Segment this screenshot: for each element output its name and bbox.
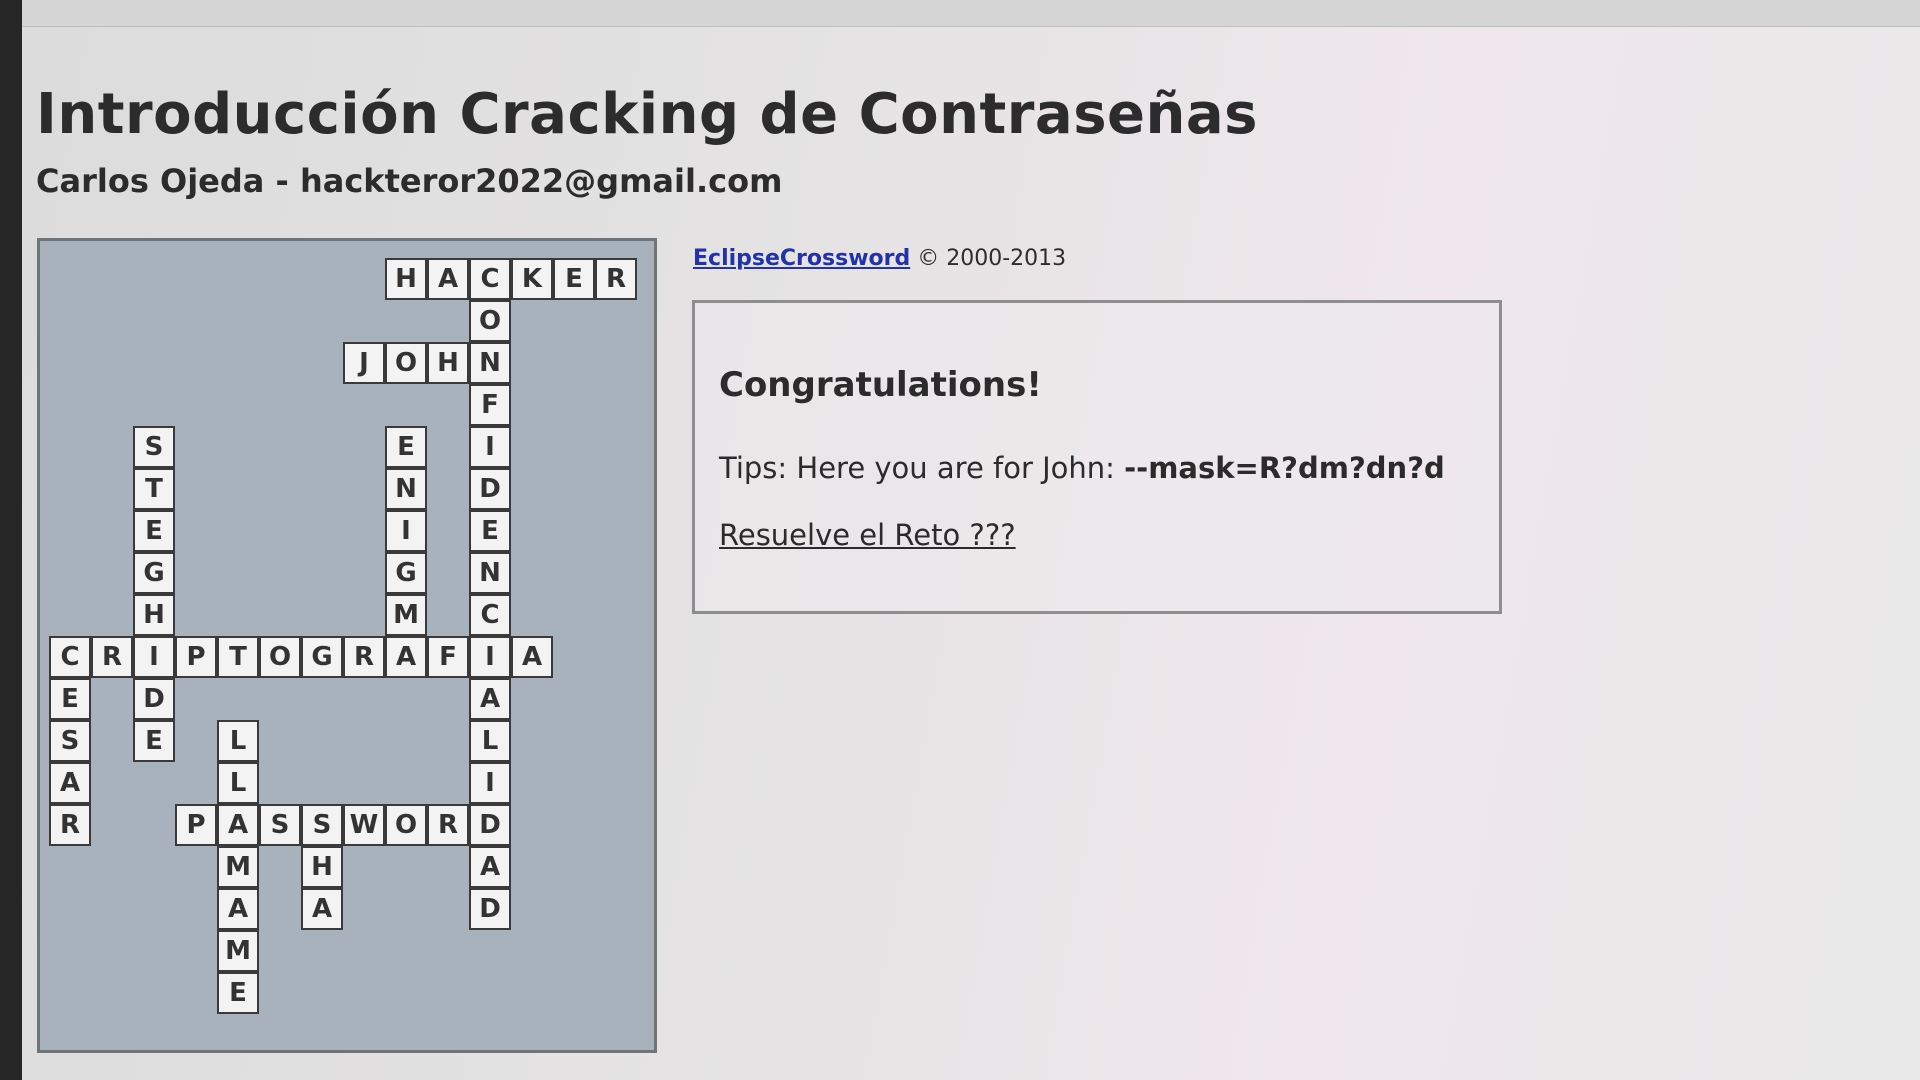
crossword-cell: A bbox=[217, 804, 259, 846]
crossword-cell: R bbox=[91, 636, 133, 678]
crossword-cell: A bbox=[511, 636, 553, 678]
crossword-cell: I bbox=[469, 762, 511, 804]
crossword-cell: D bbox=[133, 678, 175, 720]
crossword-cell: O bbox=[385, 804, 427, 846]
crossword-cell: A bbox=[217, 888, 259, 930]
crossword-cell: W bbox=[343, 804, 385, 846]
crossword-cell: N bbox=[385, 468, 427, 510]
crossword-cell: C bbox=[469, 594, 511, 636]
crossword-cell: N bbox=[469, 552, 511, 594]
author-line: Carlos Ojeda - hackteror2022@gmail.com bbox=[36, 162, 783, 200]
crossword-cell: G bbox=[385, 552, 427, 594]
crossword-cell: R bbox=[343, 636, 385, 678]
crossword-cell: T bbox=[217, 636, 259, 678]
crossword-cell: S bbox=[301, 804, 343, 846]
crossword-cell: I bbox=[133, 636, 175, 678]
crossword-cell: E bbox=[133, 510, 175, 552]
crossword-cell: A bbox=[301, 888, 343, 930]
crossword-cell: S bbox=[49, 720, 91, 762]
crossword-cell: D bbox=[469, 804, 511, 846]
crossword-cell: C bbox=[49, 636, 91, 678]
crossword-grid: HACKERJOHNCRIPTOGRAFIAPASSWORDOFIDENCALI… bbox=[37, 238, 657, 1053]
browser-top-strip bbox=[22, 0, 1920, 27]
crossword-cell: G bbox=[301, 636, 343, 678]
crossword-cell: P bbox=[175, 804, 217, 846]
crossword-cell: H bbox=[427, 342, 469, 384]
tips-mask: --mask=R?dm?dn?d bbox=[1124, 451, 1445, 485]
crossword-cell: L bbox=[217, 762, 259, 804]
screen-bezel bbox=[0, 0, 22, 1080]
crossword-cell: A bbox=[427, 258, 469, 300]
crossword-cell: K bbox=[511, 258, 553, 300]
crossword-cell: F bbox=[469, 384, 511, 426]
crossword-cell: F bbox=[427, 636, 469, 678]
crossword-cell: E bbox=[49, 678, 91, 720]
crossword-cell: H bbox=[301, 846, 343, 888]
crossword-cell: T bbox=[133, 468, 175, 510]
tips-prefix: Tips: Here you are for John: bbox=[719, 451, 1125, 485]
crossword-cell: D bbox=[469, 888, 511, 930]
crossword-cell: E bbox=[217, 972, 259, 1014]
crossword-cell: L bbox=[469, 720, 511, 762]
crossword-cell: O bbox=[259, 636, 301, 678]
crossword-cell: O bbox=[469, 300, 511, 342]
crossword-cell: S bbox=[133, 426, 175, 468]
crossword-cell: C bbox=[469, 258, 511, 300]
crossword-cell: A bbox=[469, 846, 511, 888]
crossword-cell: E bbox=[469, 510, 511, 552]
copyright-text: © 2000-2013 bbox=[917, 246, 1067, 271]
crossword-cell: M bbox=[217, 846, 259, 888]
crossword-cell: A bbox=[49, 762, 91, 804]
crossword-cell: J bbox=[343, 342, 385, 384]
crossword-cell: R bbox=[49, 804, 91, 846]
crossword-cell: G bbox=[133, 552, 175, 594]
crossword-cell: R bbox=[427, 804, 469, 846]
crossword-cell: I bbox=[385, 510, 427, 552]
congrats-heading: Congratulations! bbox=[719, 365, 1042, 405]
crossword-cell: S bbox=[259, 804, 301, 846]
result-panel: Congratulations! Tips: Here you are for … bbox=[692, 300, 1502, 614]
crossword-cell: E bbox=[385, 426, 427, 468]
crossword-cell: A bbox=[385, 636, 427, 678]
crossword-cell: H bbox=[133, 594, 175, 636]
eclipsecrossword-link[interactable]: EclipseCrossword bbox=[693, 246, 910, 271]
credit-line: EclipseCrossword © 2000-2013 bbox=[693, 246, 1066, 271]
page-title: Introducción Cracking de Contraseñas bbox=[36, 82, 1258, 147]
crossword-cell: I bbox=[469, 636, 511, 678]
crossword-cell: E bbox=[553, 258, 595, 300]
crossword-cell: E bbox=[133, 720, 175, 762]
crossword-cell: I bbox=[469, 426, 511, 468]
crossword-cell: M bbox=[217, 930, 259, 972]
crossword-cell: R bbox=[595, 258, 637, 300]
tips-text: Tips: Here you are for John: --mask=R?dm… bbox=[719, 451, 1445, 485]
crossword-cell: L bbox=[217, 720, 259, 762]
reto-link[interactable]: Resuelve el Reto ??? bbox=[719, 518, 1016, 552]
crossword-cell: D bbox=[469, 468, 511, 510]
crossword-cell: O bbox=[385, 342, 427, 384]
crossword-cell: H bbox=[385, 258, 427, 300]
crossword-cell: A bbox=[469, 678, 511, 720]
crossword-cell: M bbox=[385, 594, 427, 636]
crossword-cell: P bbox=[175, 636, 217, 678]
crossword-cell: N bbox=[469, 342, 511, 384]
